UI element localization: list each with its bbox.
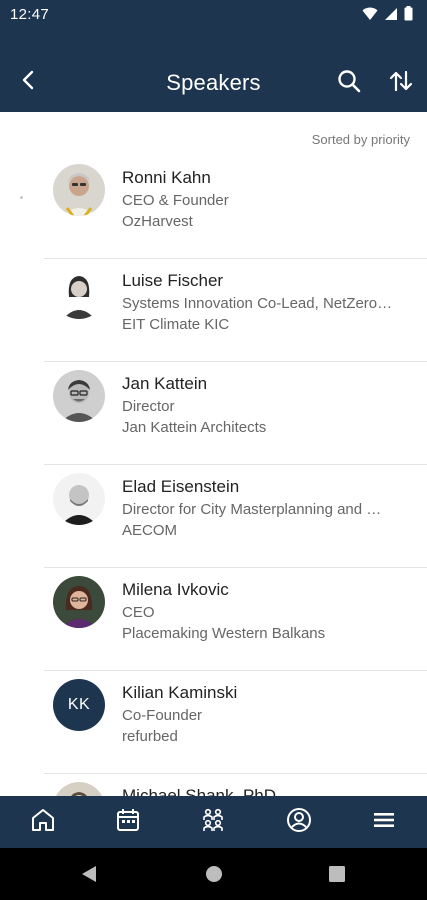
system-recents-icon[interactable] [329,866,345,887]
status-time: 12:47 [10,6,50,23]
avatar [53,782,105,796]
battery-icon [404,6,413,26]
profile-icon [286,807,312,838]
app-bar: Speakers [0,30,427,112]
speaker-role: CEO [122,604,155,621]
search-button[interactable] [334,68,364,98]
speaker-role: Co-Founder [122,707,203,724]
speaker-item[interactable]: KK Kilian Kaminski Co-Founder refurbed [0,671,427,774]
people-icon [200,807,226,838]
nav-menu-button[interactable] [362,800,406,844]
bottom-navigation [0,796,427,848]
speaker-role: Director for City Masterplanning and … [122,501,382,518]
speaker-item[interactable]: Jan Kattein Director Jan Kattein Archite… [0,362,427,465]
speaker-organization: Placemaking Western Balkans [122,625,326,642]
nav-profile-button[interactable] [277,800,321,844]
speaker-organization: refurbed [122,728,178,745]
speaker-organization: EIT Climate KIC [122,316,230,333]
speaker-name: Luise Fischer [122,271,224,290]
avatar [53,267,105,319]
system-home-icon[interactable] [205,865,223,888]
speaker-name: Michael Shank, PhD [122,786,277,796]
sort-icon [389,70,413,97]
avatar-initials: KK [53,679,105,731]
sort-button[interactable] [385,68,417,98]
nav-home-button[interactable] [21,800,65,844]
speaker-name: Elad Eisenstein [122,477,240,496]
speaker-role: CEO & Founder [122,192,229,209]
speaker-role: Director [122,398,175,415]
home-icon [30,807,56,838]
avatar [53,576,105,628]
status-icons [362,6,413,26]
avatar [53,473,105,525]
menu-icon [372,810,396,835]
system-navigation-bar [0,848,427,900]
speaker-role: Systems Innovation Co-Lead, NetZero… [122,295,393,312]
speaker-item[interactable]: Milena Ivkovic CEO Placemaking Western B… [0,568,427,671]
speaker-list-area[interactable]: Sorted by priority Ronni Kahn CEO & Foun… [0,112,427,796]
calendar-icon [115,807,141,838]
speaker-item[interactable]: Luise Fischer Systems Innovation Co-Lead… [0,259,427,362]
sort-order-label: Sorted by priority [311,132,410,147]
wifi-icon [362,7,378,26]
speaker-organization: AECOM [122,522,178,539]
speaker-organization: OzHarvest [122,213,193,230]
system-back-icon[interactable] [80,864,98,889]
signal-icon [384,7,398,26]
speaker-organization: Jan Kattein Architects [122,419,267,436]
status-bar: 12:47 [0,0,427,30]
scroll-marker [20,196,23,199]
nav-people-button[interactable] [191,800,235,844]
speaker-name: Kilian Kaminski [122,683,238,702]
speaker-name: Milena Ivkovic [122,580,229,599]
nav-schedule-button[interactable] [106,800,150,844]
speaker-list: Ronni Kahn CEO & Founder OzHarvest Luise… [0,156,427,796]
speaker-name: Jan Kattein [122,374,208,393]
speaker-item[interactable]: Michael Shank, PhD [0,774,427,796]
speaker-name: Ronni Kahn [122,168,211,187]
avatar [53,164,105,216]
search-icon [337,69,361,98]
speaker-item[interactable]: Elad Eisenstein Director for City Master… [0,465,427,568]
avatar [53,370,105,422]
speaker-item[interactable]: Ronni Kahn CEO & Founder OzHarvest [0,156,427,259]
